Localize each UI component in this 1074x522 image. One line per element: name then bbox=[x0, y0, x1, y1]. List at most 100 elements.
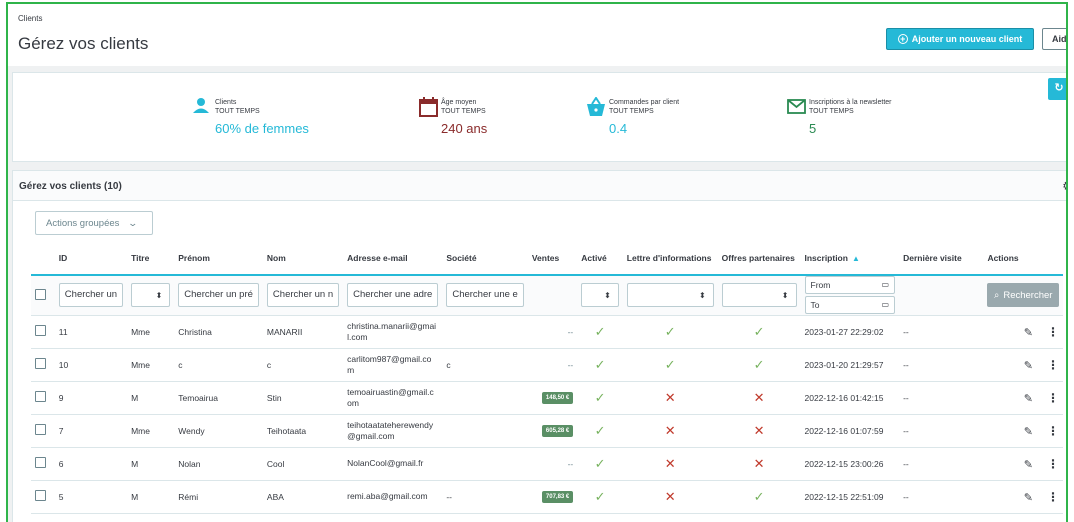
customer-rows: 11 Mme Christina MANARII christina.manarii@g… bbox=[31, 315, 1063, 514]
row-checkbox[interactable] bbox=[35, 358, 46, 369]
row-checkbox[interactable] bbox=[35, 457, 46, 468]
edit-pencil-icon[interactable]: ✎ bbox=[1024, 393, 1033, 405]
edit-pencil-icon[interactable]: ✎ bbox=[1024, 327, 1033, 339]
edit-pencil-icon[interactable]: ✎ bbox=[1024, 459, 1033, 471]
check-icon[interactable]: ✓ bbox=[754, 489, 765, 504]
filter-optin-select[interactable]: ⬍ bbox=[721, 283, 797, 308]
kpi-row: Clients TOUT TEMPS 60% de femmes Âge moy… bbox=[12, 72, 1066, 162]
col-company[interactable]: Société bbox=[442, 241, 528, 276]
cross-icon[interactable]: ✕ bbox=[665, 423, 676, 438]
col-sales[interactable]: Ventes bbox=[527, 241, 578, 276]
kpi-value: 60% de femmes bbox=[215, 121, 309, 136]
cell-first-name: Rémi bbox=[174, 480, 263, 514]
check-icon[interactable]: ✓ bbox=[665, 357, 676, 372]
edit-pencil-icon[interactable]: ✎ bbox=[1024, 360, 1033, 372]
select-all-checkbox[interactable] bbox=[35, 288, 46, 300]
check-icon[interactable]: ✓ bbox=[595, 357, 606, 372]
cell-last-visit: -- bbox=[899, 447, 984, 481]
add-customer-button[interactable]: + Ajouter un nouveau client bbox=[886, 28, 1034, 50]
col-first-name[interactable]: Prénom bbox=[174, 241, 263, 276]
col-newsletter[interactable]: Lettre d'informations bbox=[622, 241, 718, 276]
bulk-actions-label: Actions groupées bbox=[46, 217, 120, 229]
row-checkbox[interactable] bbox=[35, 325, 46, 336]
filter-first-name-input[interactable]: Chercher un pré bbox=[178, 283, 259, 308]
check-icon[interactable]: ✓ bbox=[595, 489, 606, 504]
cell-id: 11 bbox=[54, 315, 128, 349]
check-icon[interactable]: ✓ bbox=[595, 390, 606, 405]
col-registration-label: Inscription bbox=[804, 252, 848, 263]
more-actions-icon[interactable]: ⋮ bbox=[1047, 358, 1059, 372]
col-id[interactable]: ID bbox=[54, 241, 128, 276]
col-email[interactable]: Adresse e-mail bbox=[343, 241, 443, 276]
check-icon[interactable]: ✓ bbox=[595, 456, 606, 471]
cell-last-name: MANARII bbox=[262, 315, 344, 349]
kpi-label: Âge moyen bbox=[441, 99, 477, 106]
col-last-visit[interactable]: Dernière visite bbox=[899, 241, 984, 276]
filter-id-input[interactable]: Chercher un bbox=[58, 283, 124, 308]
gear-icon[interactable]: ⚙ bbox=[1062, 179, 1066, 193]
cell-last-name: ABA bbox=[262, 480, 344, 514]
check-icon[interactable]: ✓ bbox=[595, 423, 606, 438]
kpi-label: Inscriptions à la newsletter bbox=[809, 99, 892, 106]
check-icon[interactable]: ✓ bbox=[665, 324, 676, 339]
row-checkbox[interactable] bbox=[35, 490, 46, 501]
col-title[interactable]: Titre bbox=[127, 241, 175, 276]
table-row[interactable]: 9 M Temoairua Stin temoairuastin@gmail.com 14… bbox=[31, 381, 1063, 415]
more-actions-icon[interactable]: ⋮ bbox=[1047, 490, 1059, 504]
row-checkbox[interactable] bbox=[35, 424, 46, 435]
table-row[interactable]: 10 Mme c c carlitom987@gmail.com c -- ✓ ✓ ✓ 2023-0… bbox=[31, 348, 1063, 382]
cross-icon[interactable]: ✕ bbox=[754, 456, 765, 471]
check-icon[interactable]: ✓ bbox=[595, 324, 606, 339]
breadcrumb[interactable]: Clients bbox=[18, 14, 42, 23]
cross-icon[interactable]: ✕ bbox=[754, 390, 765, 405]
row-checkbox[interactable] bbox=[35, 391, 46, 402]
cell-last-name: Teihotaata bbox=[262, 414, 344, 448]
sales-badge: 605,28 € bbox=[541, 425, 574, 437]
sales-badge: 148,50 € bbox=[541, 392, 574, 404]
cross-icon[interactable]: ✕ bbox=[665, 489, 676, 504]
col-partner-offers[interactable]: Offres partenaires bbox=[717, 241, 801, 276]
table-row[interactable]: 7 Mme Wendy Teihotaata teihotaatateherewendy… bbox=[31, 414, 1063, 448]
filter-date-to[interactable]: To ▭ bbox=[804, 296, 896, 315]
edit-pencil-icon[interactable]: ✎ bbox=[1024, 492, 1033, 504]
col-active[interactable]: Activé bbox=[577, 241, 623, 276]
table-row[interactable]: 6 M Nolan Cool NolanCool@gmail.fr -- ✓ ✕ ✕ 2022-1… bbox=[31, 447, 1063, 481]
check-icon[interactable]: ✓ bbox=[754, 324, 765, 339]
search-button[interactable]: ⌕ Rechercher bbox=[987, 283, 1059, 308]
cell-id: 5 bbox=[54, 480, 128, 514]
cross-icon[interactable]: ✕ bbox=[754, 423, 765, 438]
filter-last-name-input[interactable]: Chercher un n bbox=[266, 283, 340, 308]
cross-icon[interactable]: ✕ bbox=[665, 456, 676, 471]
cell-email: carlitom987@gmail.com bbox=[343, 348, 443, 382]
more-actions-icon[interactable]: ⋮ bbox=[1047, 424, 1059, 438]
table-row[interactable]: 11 Mme Christina MANARII christina.manarii@g… bbox=[31, 315, 1063, 349]
bulk-actions-button[interactable]: Actions groupées ⌄ bbox=[35, 211, 153, 235]
filter-newsletter-select[interactable]: ⬍ bbox=[626, 283, 714, 308]
filter-active-select[interactable]: ⬍ bbox=[581, 283, 619, 308]
cross-icon[interactable]: ✕ bbox=[665, 390, 676, 405]
check-icon[interactable]: ✓ bbox=[754, 357, 765, 372]
cell-id: 7 bbox=[54, 414, 128, 448]
more-actions-icon[interactable]: ⋮ bbox=[1047, 391, 1059, 405]
col-registration[interactable]: Inscription ▲ bbox=[800, 241, 900, 276]
filter-email-input[interactable]: Chercher une adre bbox=[347, 283, 439, 308]
table-row[interactable]: 5 M Rémi ABA remi.aba@gmail.com -- 707,83 € ✓ ✕ ✓… bbox=[31, 480, 1063, 514]
edit-pencil-icon[interactable]: ✎ bbox=[1024, 426, 1033, 438]
kpi-label: Clients bbox=[215, 99, 237, 106]
grid-header: Gérez vos clients (10) ⚙ bbox=[13, 171, 1066, 201]
calendar-icon: ▭ bbox=[881, 300, 890, 310]
more-actions-icon[interactable]: ⋮ bbox=[1047, 457, 1059, 471]
filter-date-from[interactable]: From ▭ bbox=[804, 276, 896, 295]
cell-first-name: Christina bbox=[174, 315, 263, 349]
more-actions-icon[interactable]: ⋮ bbox=[1047, 325, 1059, 339]
col-last-name[interactable]: Nom bbox=[262, 241, 344, 276]
basket-icon bbox=[587, 97, 605, 116]
refresh-kpi-button[interactable]: ↻ bbox=[1048, 78, 1066, 100]
filter-title-select[interactable]: ⬍ bbox=[131, 283, 171, 308]
cell-registration: 2022-12-15 22:51:09 bbox=[800, 480, 900, 514]
help-button[interactable]: Aide bbox=[1042, 28, 1066, 50]
kpi-value: 5 bbox=[809, 121, 817, 136]
chevron-updown-icon: ⬍ bbox=[781, 290, 789, 300]
filter-company-input[interactable]: Chercher une e bbox=[446, 283, 524, 308]
calendar-icon bbox=[419, 97, 438, 117]
